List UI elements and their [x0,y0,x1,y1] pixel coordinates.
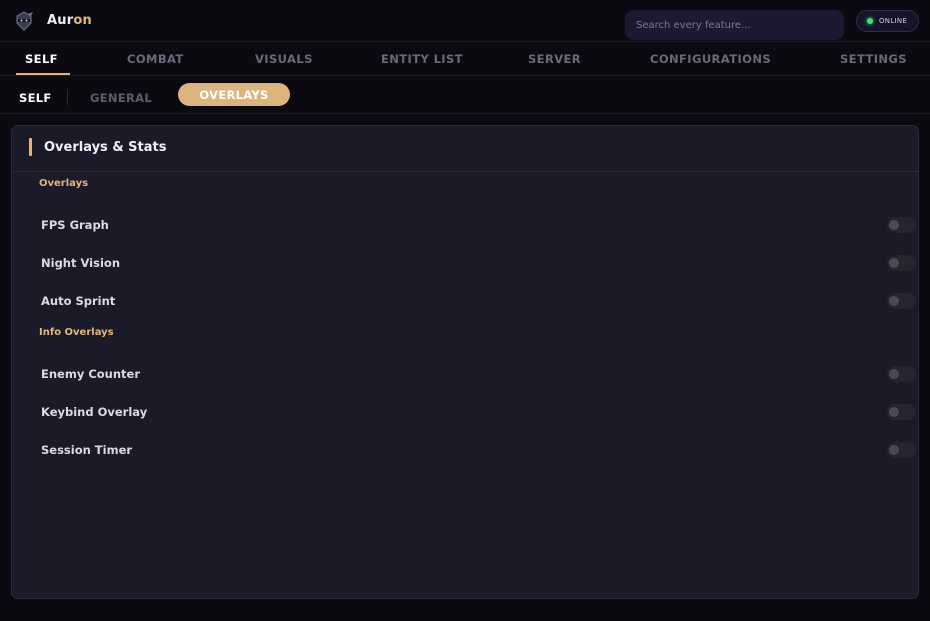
toggle-knob [889,220,899,230]
toggle-knob [889,258,899,268]
tabs-divider [0,75,930,76]
panel-divider [12,171,918,172]
toggle-night-vision[interactable] [887,255,916,271]
status-dot-icon [867,18,873,24]
tab-combat[interactable]: COMBAT [127,52,184,66]
setting-label-fps-graph: FPS Graph [41,218,109,232]
toggle-enemy-counter[interactable] [887,366,916,382]
section-label-overlays: Overlays [39,178,89,189]
toggle-keybind-overlay[interactable] [887,404,916,420]
tab-self[interactable]: SELF [25,52,58,66]
sub-tabs: SELF GENERAL OVERLAYS [0,83,930,111]
setting-label-session-timer: Session Timer [41,443,133,457]
app-window: Auron ONLINE SELF COMBAT VISUALS ENTITY … [0,0,930,621]
panel-title-accent [29,138,32,156]
section-label-info-overlays: Info Overlays [39,327,114,338]
tab-visuals[interactable]: VISUALS [255,52,313,66]
setting-label-auto-sprint: Auto Sprint [41,294,116,308]
header-divider [0,41,930,42]
panel-title: Overlays & Stats [44,140,167,155]
tab-settings[interactable]: SETTINGS [840,52,907,66]
header: Auron ONLINE [0,0,930,42]
main-tabs: SELF COMBAT VISUALS ENTITY LIST SERVER C… [0,52,930,76]
tab-configurations[interactable]: CONFIGURATIONS [650,52,771,66]
setting-label-enemy-counter: Enemy Counter [41,367,141,381]
toggle-knob [889,369,899,379]
subtab-separator [67,89,68,105]
brand-name-part2: on [73,13,92,28]
brand-name: Auron [47,13,92,28]
ninja-mask-icon [16,11,33,31]
status-badge: ONLINE [856,10,919,32]
subtabs-divider [0,113,930,114]
toggle-session-timer[interactable] [887,442,916,458]
search-input[interactable] [625,10,844,40]
toggle-fps-graph[interactable] [887,217,916,233]
overlays-panel: Overlays & Stats Overlays FPS Graph Nigh… [11,125,919,599]
setting-label-night-vision: Night Vision [41,256,121,270]
tab-server[interactable]: SERVER [528,52,581,66]
tab-entity-list[interactable]: ENTITY LIST [381,52,463,66]
subtab-current-category: SELF [19,91,52,105]
toggle-knob [889,407,899,417]
setting-label-keybind-overlay: Keybind Overlay [41,405,148,419]
status-label: ONLINE [879,17,908,25]
toggle-knob [889,296,899,306]
toggle-auto-sprint[interactable] [887,293,916,309]
toggle-knob [889,445,899,455]
subtab-general[interactable]: GENERAL [90,91,152,105]
subtab-overlays[interactable]: OVERLAYS [178,83,290,106]
brand-name-part1: Aur [47,13,74,28]
